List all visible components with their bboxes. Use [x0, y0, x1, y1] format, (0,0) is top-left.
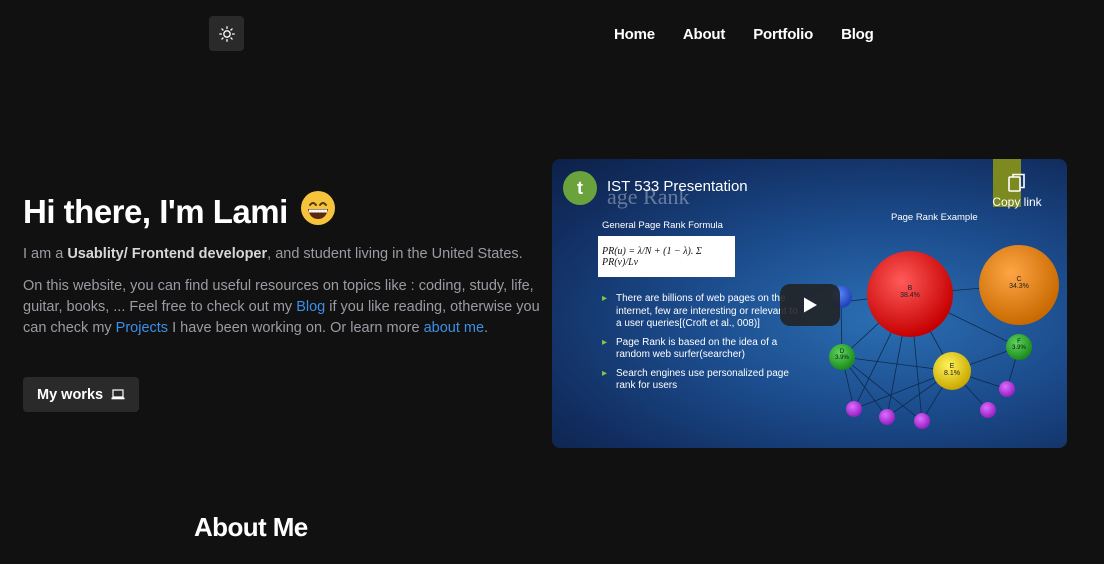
nav-portfolio-link[interactable]: Portfolio	[739, 24, 827, 45]
blog-link[interactable]: Blog	[296, 299, 325, 315]
intro-prefix: I am a	[23, 246, 68, 262]
node-d-label: D 3.9%	[835, 349, 849, 361]
nav-home-link[interactable]: Home	[600, 24, 669, 45]
hero-intro: I am a Usablity/ Frontend developer, and…	[23, 244, 543, 265]
copy-link-button[interactable]: Copy link	[979, 173, 1055, 209]
slide-bullets: There are billions of web pages on the i…	[602, 293, 802, 399]
sun-icon	[218, 25, 235, 42]
grinning-face-icon	[300, 190, 336, 234]
hero-title-text: Hi there, I'm Lami	[23, 193, 288, 230]
play-button[interactable]	[780, 284, 840, 326]
node-f-label: F 3.9%	[1012, 339, 1026, 351]
main-nav: Home About Portfolio Blog	[600, 24, 888, 45]
example-heading: Page Rank Example	[891, 212, 978, 223]
hero-title: Hi there, I'm Lami	[23, 190, 336, 234]
desc-part-4: .	[484, 320, 489, 336]
my-works-label: My works	[37, 386, 104, 403]
hero-description: On this website, you can find useful res…	[23, 276, 543, 339]
node-e-label: E 8.1%	[944, 363, 960, 377]
channel-avatar[interactable]: t	[563, 171, 597, 205]
node-b-label: B 38.4%	[900, 285, 920, 299]
page: Home About Portfolio Blog Hi there, I'm …	[0, 0, 1104, 564]
node-c-label: C 34.3%	[1009, 276, 1029, 290]
slide-bullet: Search engines use personalized page ran…	[602, 368, 802, 393]
nav-about-link[interactable]: About	[669, 24, 739, 45]
projects-link[interactable]: Projects	[116, 320, 168, 336]
slide-bullet: There are billions of web pages on the i…	[602, 293, 802, 331]
intro-suffix: , and student living in the United State…	[267, 246, 523, 262]
my-works-button[interactable]: My works	[23, 377, 140, 412]
play-icon	[804, 297, 817, 313]
video-title[interactable]: IST 533 Presentation	[607, 178, 748, 195]
laptop-icon	[111, 389, 125, 400]
slide-bullet: Page Rank is based on the idea of a rand…	[602, 337, 802, 362]
theme-toggle-button[interactable]	[209, 16, 244, 51]
video-embed[interactable]: age Rank t IST 533 Presentation Copy lin…	[552, 159, 1067, 448]
desc-part-3: I have been working on. Or learn more	[168, 320, 424, 336]
nav-blog-link[interactable]: Blog	[827, 24, 888, 45]
copy-link-label: Copy link	[992, 195, 1042, 209]
formula-heading: General Page Rank Formula	[602, 220, 723, 231]
page-rank-formula: PR(u) = λ/N + (1 − λ). Σ PR(v)/Lv	[598, 236, 735, 277]
copy-icon	[1008, 173, 1025, 192]
about-me-link[interactable]: about me	[424, 320, 484, 336]
intro-role: Usablity/ Frontend developer	[67, 246, 268, 262]
about-section-title: About Me	[194, 512, 308, 542]
